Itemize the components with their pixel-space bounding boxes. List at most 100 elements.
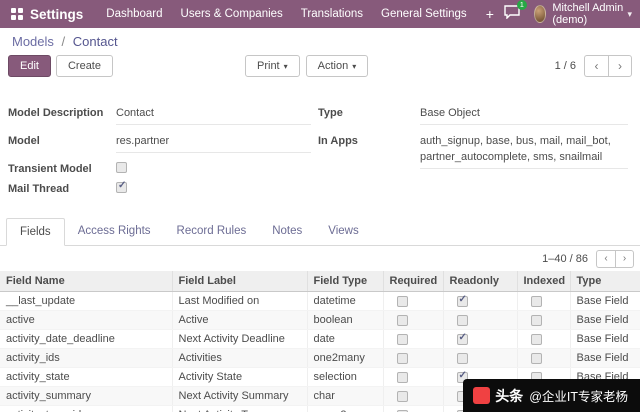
table-row[interactable]: activity_ids Activities one2many Base Fi…	[0, 348, 640, 368]
cell-field-label[interactable]: Next Activity Deadline	[172, 329, 308, 349]
user-menu[interactable]: Mitchell Admin (demo)	[552, 2, 623, 26]
column-field-label[interactable]: Field Label	[172, 270, 308, 292]
cell-field-label[interactable]: Active	[172, 310, 308, 330]
breadcrumb-current: Contact	[72, 34, 118, 49]
plus-icon[interactable]: +	[476, 6, 504, 22]
cell-field-label[interactable]: Activities	[172, 348, 308, 368]
cell-field-label[interactable]: Last Modified on	[172, 291, 308, 311]
cell-required[interactable]	[383, 386, 444, 406]
cell-indexed[interactable]	[517, 291, 571, 311]
action-menu-button[interactable]: Action ▾	[305, 55, 369, 78]
field-value: Contact	[116, 106, 311, 126]
tab-record-rules[interactable]: Record Rules	[164, 218, 260, 246]
cell-field-name[interactable]: active	[0, 310, 173, 330]
cell-readonly[interactable]	[443, 291, 518, 311]
cell-required[interactable]	[383, 367, 444, 387]
cell-field-label[interactable]: Next Activity Summary	[172, 386, 308, 406]
cell-type[interactable]: Base Field	[570, 291, 640, 311]
tab-access-rights[interactable]: Access Rights	[65, 218, 164, 246]
cell-field-type[interactable]: datetime	[307, 291, 384, 311]
tab-notes[interactable]: Notes	[259, 218, 315, 246]
pager-previous-button[interactable]: ‹	[584, 55, 608, 78]
message-count-badge: 1	[516, 0, 527, 10]
nav-item-dashboard[interactable]: Dashboard	[97, 0, 171, 28]
user-avatar[interactable]	[533, 5, 547, 23]
cell-required[interactable]	[383, 329, 444, 349]
cell-field-name[interactable]: activity_summary	[0, 386, 173, 406]
cell-required[interactable]	[383, 348, 444, 368]
readonly-checkbox	[456, 294, 468, 307]
cell-field-type[interactable]: date	[307, 329, 384, 349]
cell-type[interactable]: Base Field	[570, 348, 640, 368]
cell-indexed[interactable]	[517, 348, 571, 368]
cell-field-type[interactable]: one2many	[307, 348, 384, 368]
nav-item-translations[interactable]: Translations	[292, 0, 372, 28]
edit-button[interactable]: Edit	[8, 55, 51, 78]
cell-field-label[interactable]: Activity State	[172, 367, 308, 387]
column-readonly[interactable]: Readonly	[443, 270, 518, 292]
field-transient-model: Transient Model	[8, 161, 318, 175]
required-checkbox	[396, 352, 408, 364]
cell-field-label[interactable]: Next Activity Type	[172, 405, 308, 412]
column-type[interactable]: Type	[570, 270, 640, 292]
column-field-name[interactable]: Field Name	[0, 270, 173, 292]
field-label: Type	[318, 107, 343, 120]
print-menu-button[interactable]: Print ▾	[245, 55, 300, 78]
cell-field-type[interactable]: char	[307, 386, 384, 406]
cell-required[interactable]	[383, 310, 444, 330]
cell-readonly[interactable]	[443, 329, 518, 349]
app-name[interactable]: Settings	[30, 7, 83, 22]
readonly-checkbox	[456, 314, 468, 326]
cell-field-name[interactable]: __last_update	[0, 291, 173, 311]
cell-indexed[interactable]	[517, 329, 571, 349]
required-checkbox	[396, 314, 408, 326]
breadcrumb-models-link[interactable]: Models	[12, 34, 54, 49]
list-next-button[interactable]: ›	[615, 249, 634, 268]
cell-type[interactable]: Base Field	[570, 329, 640, 349]
cell-required[interactable]	[383, 291, 444, 311]
cell-readonly[interactable]	[443, 348, 518, 368]
cell-field-type[interactable]: boolean	[307, 310, 384, 330]
table-row[interactable]: active Active boolean Base Field	[0, 310, 640, 330]
field-type: Type Base Object	[318, 106, 628, 126]
cell-field-name[interactable]: activity_state	[0, 367, 173, 387]
column-field-type[interactable]: Field Type	[307, 270, 384, 292]
cell-readonly[interactable]	[443, 310, 518, 330]
cell-type[interactable]: Base Field	[570, 310, 640, 330]
column-indexed[interactable]: Indexed	[517, 270, 571, 292]
nav-item-users-companies[interactable]: Users & Companies	[172, 0, 292, 28]
required-checkbox	[396, 390, 408, 402]
required-checkbox	[396, 333, 408, 345]
breadcrumb: Models / Contact	[0, 28, 640, 51]
list-pager: 1–40 / 86 ‹ ›	[0, 246, 640, 271]
create-button[interactable]: Create	[55, 55, 113, 78]
cell-required[interactable]	[383, 405, 444, 412]
apps-grid-icon[interactable]	[11, 8, 23, 20]
table-row[interactable]: __last_update Last Modified on datetime …	[0, 291, 640, 311]
cell-field-name[interactable]: activity_date_deadline	[0, 329, 173, 349]
cell-field-name[interactable]: activity_type_id	[0, 405, 173, 412]
tab-fields[interactable]: Fields	[6, 217, 65, 246]
tab-views[interactable]: Views	[315, 218, 371, 246]
messages-icon[interactable]: 1	[504, 0, 527, 24]
readonly-checkbox	[456, 352, 468, 364]
odoo-window: Settings Dashboard Users & Companies Tra…	[0, 0, 640, 412]
cell-indexed[interactable]	[517, 310, 571, 330]
notebook-tabs: Fields Access Rights Record Rules Notes …	[0, 217, 640, 246]
field-label: In Apps	[318, 135, 358, 148]
cell-field-name[interactable]: activity_ids	[0, 348, 173, 368]
toutiao-logo-icon	[473, 387, 491, 404]
toutiao-watermark: 头条 @企业IT专家老杨	[463, 379, 640, 412]
pager-next-button[interactable]: ›	[608, 55, 632, 78]
list-pager-buttons: ‹ ›	[596, 249, 634, 268]
record-pager-buttons: ‹ ›	[584, 55, 632, 78]
cell-field-type[interactable]: selection	[307, 367, 384, 387]
field-value: Base Object	[420, 106, 628, 126]
nav-item-general-settings[interactable]: General Settings	[372, 0, 476, 28]
table-header-row: Field Name Field Label Field Type Requir…	[0, 270, 640, 292]
list-previous-button[interactable]: ‹	[596, 249, 615, 268]
column-required[interactable]: Required	[383, 270, 444, 292]
cell-field-type[interactable]: many2one	[307, 405, 384, 412]
action-menus: Print ▾ Action ▾	[245, 55, 374, 78]
table-row[interactable]: activity_date_deadline Next Activity Dea…	[0, 329, 640, 349]
